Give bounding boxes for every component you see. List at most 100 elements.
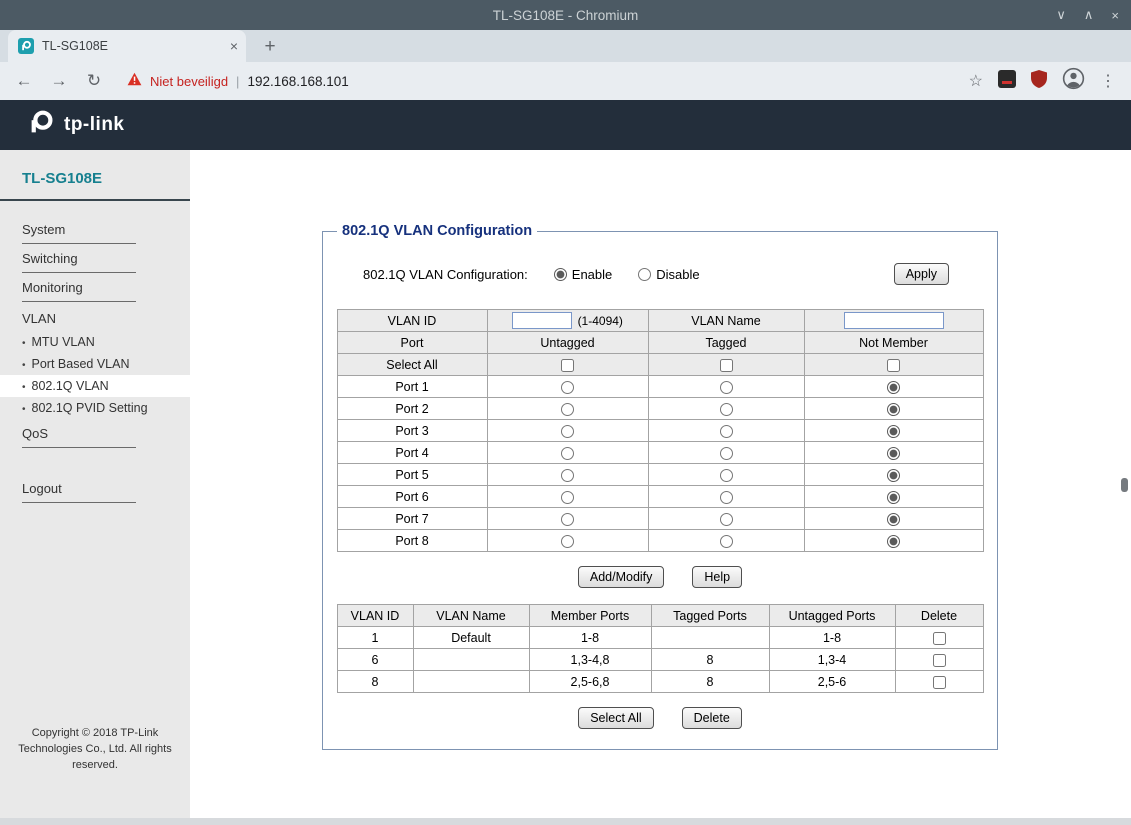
disable-option[interactable]: Disable (638, 267, 699, 282)
enable-radio[interactable] (554, 268, 567, 281)
window-close-icon[interactable]: × (1111, 8, 1119, 23)
port-2-not-member-radio[interactable] (887, 403, 900, 416)
port-7-untagged-radio[interactable] (561, 513, 574, 526)
sidebar-item-label: Logout (22, 481, 136, 503)
sidebar-item-label: QoS (22, 426, 136, 448)
port-5-untagged-radio[interactable] (561, 469, 574, 482)
back-icon[interactable]: ← (14, 71, 34, 91)
enable-label: Enable (572, 267, 612, 282)
url-separator: | (236, 74, 239, 89)
select-all-label: Select All (337, 354, 487, 376)
vlan-row: 1Default1-81-8 (337, 627, 983, 649)
extension-icon-2[interactable] (1031, 70, 1047, 93)
vlan-id-input[interactable] (512, 312, 572, 329)
reload-icon[interactable]: ↻ (84, 71, 104, 91)
extension-icon-1[interactable] (998, 70, 1016, 93)
vlan-id-cell: 1 (337, 627, 413, 649)
tab-close-icon[interactable]: × (230, 39, 238, 53)
window-title: TL-SG108E - Chromium (493, 8, 639, 23)
help-button[interactable]: Help (692, 566, 742, 588)
port-8-tagged-radio[interactable] (720, 535, 733, 548)
security-warning-text: Niet beveiligd (150, 74, 228, 89)
url-text[interactable]: 192.168.168.101 (247, 74, 348, 89)
minimize-icon[interactable]: ∨ (1056, 7, 1066, 23)
sidebar-item-qos[interactable]: QoS (0, 419, 190, 448)
vlan-id-label: VLAN ID (337, 310, 487, 332)
member-ports-cell: 1-8 (529, 627, 651, 649)
port-1-untagged-radio[interactable] (561, 381, 574, 394)
port-3-untagged-radio[interactable] (561, 425, 574, 438)
port-8-not-member-radio[interactable] (887, 535, 900, 548)
col-tagged-ports: Tagged Ports (651, 605, 769, 627)
col-vlan-name: VLAN Name (413, 605, 529, 627)
browser-menu-icon[interactable]: ⋮ (1100, 71, 1117, 91)
vlan-name-cell (413, 649, 529, 671)
window-titlebar: TL-SG108E - Chromium ∨ ∧ × (0, 0, 1131, 30)
browser-tab[interactable]: TL-SG108E × (8, 30, 246, 62)
maximize-icon[interactable]: ∧ (1084, 7, 1094, 23)
port-6-not-member-radio[interactable] (887, 491, 900, 504)
tab-title: TL-SG108E (42, 39, 222, 53)
port-label: Port 6 (337, 486, 487, 508)
delete-button[interactable]: Delete (682, 707, 742, 729)
port-5-not-member-radio[interactable] (887, 469, 900, 482)
sidebar-item-port-based-vlan[interactable]: •Port Based VLAN (0, 353, 190, 375)
security-warning-icon[interactable] (127, 72, 142, 91)
vlan-name-input[interactable] (844, 312, 944, 329)
site-header: tp-link (0, 100, 1131, 150)
bullet-icon: • (22, 404, 26, 415)
port-4-untagged-radio[interactable] (561, 447, 574, 460)
port-label: Port 3 (337, 420, 487, 442)
port-4-not-member-radio[interactable] (887, 447, 900, 460)
port-4-tagged-radio[interactable] (720, 447, 733, 460)
apply-button[interactable]: Apply (894, 263, 949, 285)
select-all-tagged-checkbox[interactable] (720, 359, 733, 372)
select-all-untagged-checkbox[interactable] (561, 359, 574, 372)
sidebar-item-802-1q-vlan[interactable]: •802.1Q VLAN (0, 375, 190, 397)
sidebar-item-monitoring[interactable]: Monitoring (0, 273, 190, 302)
port-2-untagged-radio[interactable] (561, 403, 574, 416)
sidebar-item-system[interactable]: System (0, 215, 190, 244)
port-1-tagged-radio[interactable] (720, 381, 733, 394)
disable-radio[interactable] (638, 268, 651, 281)
port-6-tagged-radio[interactable] (720, 491, 733, 504)
port-3-tagged-radio[interactable] (720, 425, 733, 438)
sidebar-item-vlan[interactable]: VLAN (0, 302, 190, 331)
vlan-delete-checkbox[interactable] (933, 654, 946, 667)
tab-favicon-icon (18, 38, 34, 54)
port-6-untagged-radio[interactable] (561, 491, 574, 504)
port-3-not-member-radio[interactable] (887, 425, 900, 438)
col-delete: Delete (895, 605, 983, 627)
vlan-list-table: VLAN ID VLAN Name Member Ports Tagged Po… (337, 604, 984, 693)
vlan-delete-checkbox[interactable] (933, 632, 946, 645)
vlan-membership-table: VLAN ID (1-4094) VLAN Name Port Untagged (337, 309, 984, 552)
vlan-list-header-row: VLAN ID VLAN Name Member Ports Tagged Po… (337, 605, 983, 627)
select-all-not-member-checkbox[interactable] (887, 359, 900, 372)
port-2-tagged-radio[interactable] (720, 403, 733, 416)
window-bottom-edge (0, 818, 1131, 825)
address-bar[interactable]: Niet beveiligd | 192.168.168.101 (127, 72, 954, 91)
port-8-untagged-radio[interactable] (561, 535, 574, 548)
bookmark-star-icon[interactable]: ☆ (969, 71, 983, 91)
col-not-member: Not Member (804, 332, 983, 354)
add-modify-button[interactable]: Add/Modify (578, 566, 665, 588)
port-7-not-member-radio[interactable] (887, 513, 900, 526)
main-content: 802.1Q VLAN Configuration 802.1Q VLAN Co… (190, 150, 1131, 818)
port-1-not-member-radio[interactable] (887, 381, 900, 394)
bullet-icon: • (22, 360, 26, 371)
sidebar-item-logout[interactable]: Logout (0, 474, 190, 503)
sidebar-item-mtu-vlan[interactable]: •MTU VLAN (0, 331, 190, 353)
vlan-name-label: VLAN Name (648, 310, 804, 332)
sidebar-item-label: VLAN (22, 311, 56, 326)
profile-avatar-icon[interactable] (1062, 67, 1085, 95)
sidebar-item-802-1q-pvid-setting[interactable]: •802.1Q PVID Setting (0, 397, 190, 419)
forward-icon[interactable]: → (49, 71, 69, 91)
vlan-delete-checkbox[interactable] (933, 676, 946, 689)
select-all-button[interactable]: Select All (578, 707, 653, 729)
port-5-tagged-radio[interactable] (720, 469, 733, 482)
scrollbar-thumb[interactable] (1121, 478, 1128, 492)
sidebar-item-switching[interactable]: Switching (0, 244, 190, 273)
enable-option[interactable]: Enable (554, 267, 612, 282)
new-tab-button[interactable]: + (256, 32, 284, 62)
port-7-tagged-radio[interactable] (720, 513, 733, 526)
